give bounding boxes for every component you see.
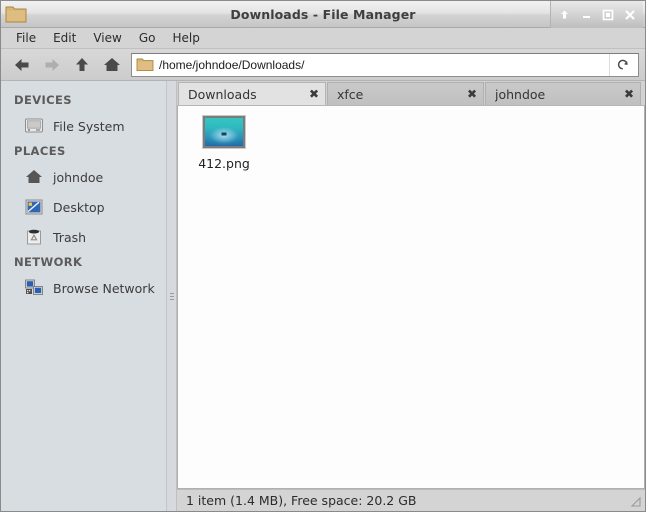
main-area: Downloads ✖ xfce ✖ johndoe ✖ 412.png 1 i… <box>177 81 645 511</box>
user-home-icon <box>23 166 45 188</box>
tab-label: xfce <box>337 86 364 102</box>
tab-close-icon[interactable]: ✖ <box>453 88 477 100</box>
location-entry[interactable] <box>131 52 639 77</box>
sidebar-item-label: File System <box>53 118 125 134</box>
sidebar-item-trash[interactable]: Trash <box>1 222 166 252</box>
menu-file[interactable]: File <box>8 29 45 48</box>
sidebar-item-browse-network[interactable]: Browse Network <box>1 273 166 303</box>
drive-harddisk-icon <box>23 115 45 137</box>
file-name-label: 412.png <box>198 156 250 171</box>
window-titlebar[interactable]: Downloads - File Manager <box>1 1 645 28</box>
sidebar-item-label: Trash <box>53 229 87 245</box>
file-manager-window: Downloads - File Manager File Edit View … <box>0 0 646 512</box>
sidebar-item-johndoe[interactable]: johndoe <box>1 162 166 192</box>
sidebar-heading-network: NETWORK <box>14 255 83 269</box>
tab-close-icon[interactable]: ✖ <box>295 88 319 100</box>
window-controls <box>550 1 643 28</box>
status-bar: 1 item (1.4 MB), Free space: 20.2 GB <box>177 489 645 511</box>
menu-go[interactable]: Go <box>131 29 165 48</box>
sidebar-item-desktop[interactable]: Desktop <box>1 192 166 222</box>
sidebar-item-file-system[interactable]: File System <box>1 111 166 141</box>
sidebar-item-label: johndoe <box>53 169 104 185</box>
menu-help[interactable]: Help <box>164 29 208 48</box>
sidebar-item-label: Browse Network <box>53 280 155 296</box>
file-list-view[interactable]: 412.png <box>177 105 645 489</box>
navigation-toolbar <box>1 49 645 81</box>
home-button[interactable] <box>97 52 127 78</box>
maximize-button[interactable] <box>597 4 619 26</box>
splitter-grip-icon <box>169 291 174 302</box>
tab-label: johndoe <box>495 86 546 102</box>
folder-icon <box>136 57 154 72</box>
shade-button[interactable] <box>553 4 575 26</box>
window-title: Downloads - File Manager <box>230 6 416 22</box>
path-input[interactable] <box>154 57 609 72</box>
menu-edit[interactable]: Edit <box>45 29 85 48</box>
tab-downloads[interactable]: Downloads ✖ <box>178 82 326 105</box>
reload-icon[interactable] <box>609 53 635 76</box>
tab-johndoe[interactable]: johndoe ✖ <box>485 82 641 105</box>
image-thumbnail <box>202 115 246 149</box>
places-sidebar: DEVICES File System PLACES johndoe Deskt… <box>1 81 167 511</box>
back-button[interactable] <box>7 52 37 78</box>
forward-button[interactable] <box>37 52 67 78</box>
window-body: DEVICES File System PLACES johndoe Deskt… <box>1 81 645 511</box>
sidebar-heading-devices: DEVICES <box>14 93 72 107</box>
tab-bar: Downloads ✖ xfce ✖ johndoe ✖ <box>177 81 645 105</box>
file-item[interactable]: 412.png <box>186 115 262 171</box>
sidebar-item-label: Desktop <box>53 199 105 215</box>
network-workgroup-icon <box>23 277 45 299</box>
menubar: File Edit View Go Help <box>1 28 645 49</box>
up-button[interactable] <box>67 52 97 78</box>
tab-close-icon[interactable]: ✖ <box>610 88 634 100</box>
tab-label: Downloads <box>188 86 257 102</box>
trash-icon <box>23 226 45 248</box>
close-button[interactable] <box>619 4 641 26</box>
menu-view[interactable]: View <box>85 29 130 48</box>
tab-xfce[interactable]: xfce ✖ <box>327 82 484 105</box>
minimize-button[interactable] <box>575 4 597 26</box>
resize-grip-icon[interactable] <box>629 495 641 507</box>
sidebar-heading-places: PLACES <box>14 144 66 158</box>
sidebar-splitter[interactable] <box>167 81 177 511</box>
status-text: 1 item (1.4 MB), Free space: 20.2 GB <box>186 493 417 508</box>
desktop-icon <box>23 196 45 218</box>
